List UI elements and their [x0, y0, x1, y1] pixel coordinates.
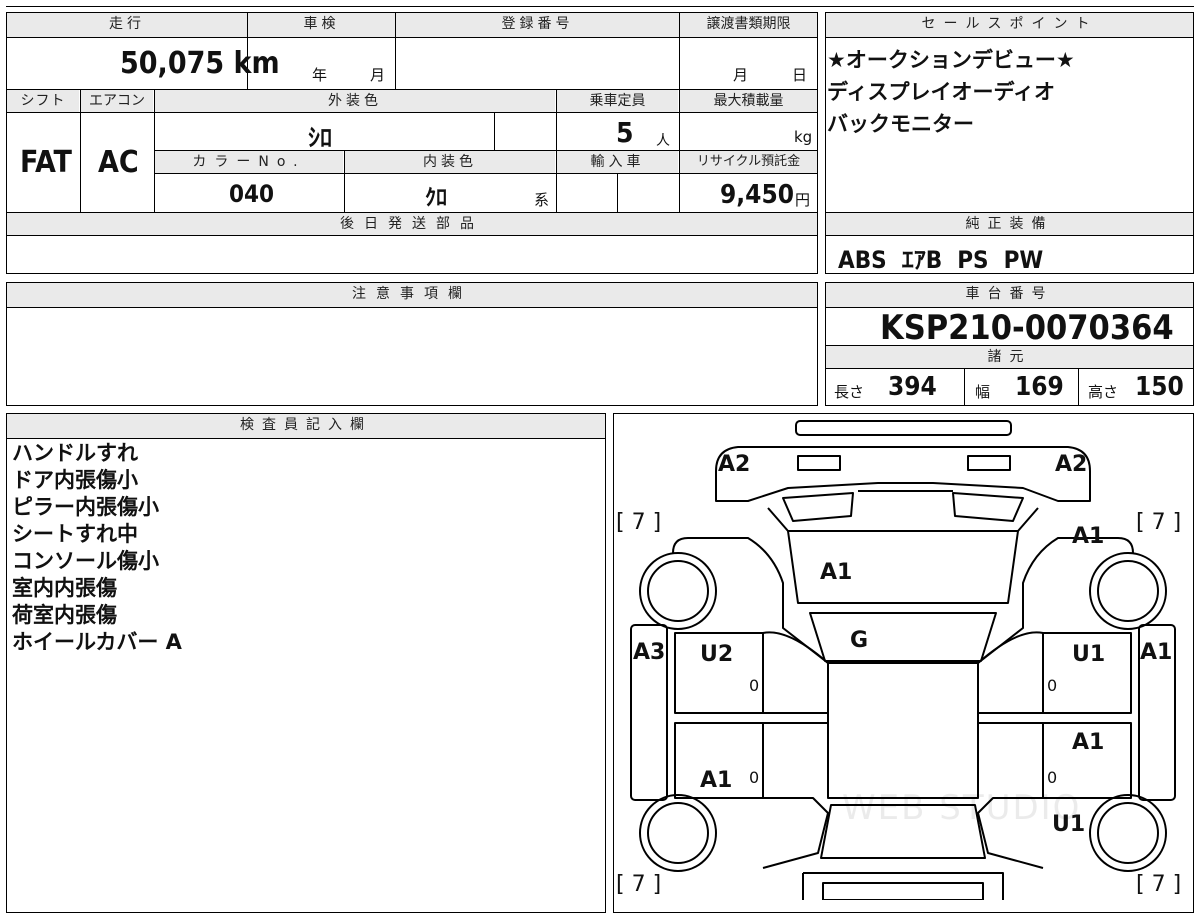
diag-left-a3: A3	[633, 640, 666, 665]
load-unit: kg	[794, 128, 813, 146]
inspector-line-3: ピラー内張傷小	[12, 495, 159, 519]
inspector-line-1: ハンドルすれ	[12, 441, 138, 465]
width-value: 169	[1015, 372, 1064, 402]
header-exterior: 外装色	[155, 90, 555, 112]
diag-zero-rl: 0	[749, 768, 760, 787]
header-max-load: 最大積載量	[680, 90, 817, 112]
header-mileage: 走行	[7, 13, 247, 37]
recycle-unit: 円	[795, 191, 811, 209]
inspector-line-8: ホイールカバー A	[12, 630, 182, 654]
diag-watermark: WEB STUDIO	[842, 788, 1082, 828]
sales-point-3: バックモニター	[827, 112, 974, 136]
header-notes: 注意事項欄	[7, 283, 817, 307]
diag-tr-7: [ 7 ]	[1136, 510, 1182, 535]
header-color-no: カラーNo.	[155, 151, 343, 173]
inspector-line-5: コンソール傷小	[12, 549, 159, 573]
shaken-year: 年	[312, 66, 328, 84]
inspector-line-7: 荷室内張傷	[12, 603, 117, 627]
interior-color-value: ｸﾛ	[425, 186, 448, 211]
aircon-value: AC	[98, 145, 139, 180]
header-chassis: 車台番号	[826, 283, 1193, 307]
header-sales-points: セールスポイント	[826, 13, 1193, 37]
shift-value: FAT	[20, 145, 72, 180]
inspector-line-4: シートすれ中	[12, 522, 138, 546]
diag-zero-rr: 0	[1047, 768, 1058, 787]
length-label: 長さ	[834, 383, 865, 401]
diag-bl-7: [ 7 ]	[616, 872, 662, 897]
diag-front-left-door-u2: U2	[700, 642, 734, 667]
sales-point-1: ★オークションデビュー★	[827, 48, 1075, 72]
header-aircon: エアコン	[81, 90, 153, 112]
header-registration: 登録番号	[396, 13, 679, 37]
header-specs: 諸元	[826, 346, 1193, 368]
header-recycle: リサイクル預託金	[680, 151, 817, 173]
mileage-value: 50,075 km	[120, 46, 280, 81]
diag-tr-a2: A2	[1055, 452, 1088, 477]
exterior-color-value: ｼﾛ	[308, 124, 332, 152]
top-strip	[6, 0, 1194, 7]
header-doc-deadline: 譲渡書類期限	[680, 13, 817, 37]
color-no-value: 040	[229, 180, 275, 208]
height-label: 高さ	[1088, 383, 1119, 401]
header-inspector: 検査員記入欄	[7, 414, 605, 438]
diag-br-7: [ 7 ]	[1136, 872, 1182, 897]
header-shaken: 車検	[248, 13, 395, 37]
diag-tl-7: [ 7 ]	[616, 510, 662, 535]
diag-zero-fr: 0	[1047, 676, 1058, 695]
capacity-unit: 人	[656, 133, 670, 149]
diag-rear-right-a1: A1	[1072, 730, 1105, 755]
header-later-parts: 後日発送部品	[7, 213, 817, 235]
inspector-line-2: ドア内張傷小	[12, 468, 138, 492]
header-capacity: 乗車定員	[557, 90, 678, 112]
diag-zero-fl: 0	[749, 676, 760, 695]
chassis-number: KSP210-0070364	[880, 308, 1174, 348]
diag-right-a1: A1	[1140, 640, 1173, 665]
diag-rear-left-a1: A1	[700, 768, 733, 793]
deadline-day: 日	[792, 66, 808, 84]
width-label: 幅	[975, 383, 991, 401]
header-interior: 内装色	[345, 151, 555, 173]
diag-roof-g: G	[850, 628, 869, 653]
header-shift: シフト	[7, 90, 79, 112]
diag-tl-a2: A2	[718, 452, 751, 477]
equipment-value: ABS ｴｱB PS PW	[838, 246, 1044, 274]
diag-front-right-a1: A1	[1072, 524, 1105, 549]
diag-front-right-door-u1: U1	[1072, 642, 1106, 667]
diag-windshield-a1: A1	[820, 560, 853, 585]
shaken-month: 月	[370, 66, 386, 84]
deadline-month: 月	[733, 66, 749, 84]
header-equipment: 純正装備	[826, 213, 1193, 235]
sales-point-2: ディスプレイオーディオ	[827, 80, 1056, 104]
interior-suffix: 系	[534, 191, 550, 209]
header-import: 輸入車	[557, 151, 678, 173]
length-value: 394	[888, 372, 937, 402]
height-value: 150	[1135, 372, 1184, 402]
capacity-value: 5	[616, 116, 634, 149]
inspector-line-6: 室内内張傷	[12, 576, 117, 600]
recycle-fee-value: 9,450	[720, 180, 794, 210]
